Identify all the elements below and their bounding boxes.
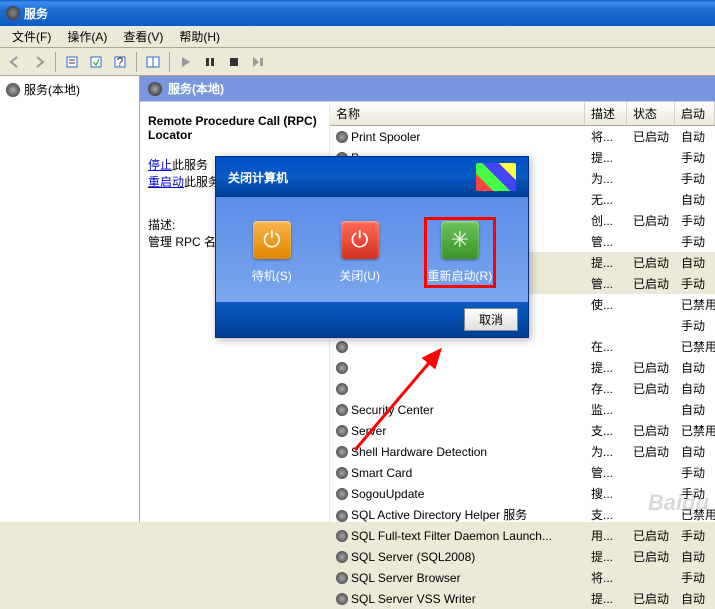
services-icon [148, 82, 162, 96]
dialog-titlebar: 关闭计算机 [216, 157, 528, 197]
windows-logo-icon [476, 163, 516, 191]
nav-forward-button[interactable] [28, 51, 50, 73]
menu-file[interactable]: 文件(F) [4, 26, 59, 47]
col-status[interactable]: 状态 [627, 102, 675, 125]
separator [136, 52, 137, 72]
service-icon [336, 488, 348, 500]
col-desc[interactable]: 描述 [585, 102, 627, 125]
tree-root-item[interactable]: 服务(本地) [4, 80, 135, 99]
service-icon [336, 446, 348, 458]
stop-link[interactable]: 停止 [148, 158, 172, 172]
service-icon [336, 593, 348, 605]
service-icon [336, 572, 348, 584]
svg-text:?: ? [117, 55, 124, 69]
stop-button-toolbar[interactable] [223, 51, 245, 73]
menubar: 文件(F) 操作(A) 查看(V) 帮助(H) [0, 26, 715, 48]
service-icon [336, 551, 348, 563]
cancel-button[interactable]: 取消 [464, 308, 518, 331]
pause-button[interactable] [199, 51, 221, 73]
standby-icon: ⏻ [253, 221, 291, 259]
service-row[interactable]: SQL Server Browser将...手动 [330, 567, 715, 588]
properties-button[interactable] [61, 51, 83, 73]
main-header: 服务(本地) [140, 76, 715, 101]
dialog-footer: 取消 [216, 302, 528, 337]
list-header: 名称 描述 状态 启动 [330, 102, 715, 126]
service-row[interactable]: Server支...已启动已禁用 [330, 420, 715, 441]
shutdown-icon: ⏻ [341, 221, 379, 259]
service-icon [336, 131, 348, 143]
toolbar: ? [0, 48, 715, 76]
service-icon [336, 425, 348, 437]
service-row[interactable]: Print Spooler将...已启动自动 [330, 126, 715, 147]
service-row[interactable]: Security Center监...自动 [330, 399, 715, 420]
shutdown-option[interactable]: ⏻ 关闭(U) [335, 217, 384, 288]
dialog-body: ⏻ 待机(S) ⏻ 关闭(U) ✳ 重新启动(R) [216, 197, 528, 302]
restart-button-toolbar[interactable] [247, 51, 269, 73]
service-row[interactable]: 提...已启动自动 [330, 357, 715, 378]
nav-back-button[interactable] [4, 51, 26, 73]
service-row[interactable]: 存...已启动自动 [330, 378, 715, 399]
service-row[interactable]: 在...已禁用 [330, 336, 715, 357]
service-icon [336, 362, 348, 374]
col-startup[interactable]: 启动 [675, 102, 715, 125]
help-button[interactable] [142, 51, 164, 73]
main-header-title: 服务(本地) [168, 80, 224, 97]
service-row[interactable]: Shell Hardware Detection为...已启动自动 [330, 441, 715, 462]
standby-option[interactable]: ⏻ 待机(S) [248, 217, 296, 288]
app-icon [6, 6, 20, 20]
play-button[interactable] [175, 51, 197, 73]
restart-option[interactable]: ✳ 重新启动(R) [424, 217, 497, 288]
service-row[interactable]: SQL Full-text Filter Daemon Launch...用..… [330, 525, 715, 546]
service-icon [336, 530, 348, 542]
service-icon [336, 383, 348, 395]
service-row[interactable]: SQL Server VSS Writer提...已启动自动 [330, 588, 715, 609]
service-icon [336, 341, 348, 353]
selected-service-title: Remote Procedure Call (RPC) Locator [148, 114, 321, 142]
shutdown-dialog: 关闭计算机 ⏻ 待机(S) ⏻ 关闭(U) ✳ 重新启动(R) 取消 [215, 156, 529, 338]
menu-help[interactable]: 帮助(H) [171, 26, 228, 47]
service-icon [336, 510, 348, 522]
tree-pane: 服务(本地) [0, 76, 140, 522]
restart-link[interactable]: 重启动 [148, 175, 184, 189]
menu-view[interactable]: 查看(V) [115, 26, 171, 47]
menu-action[interactable]: 操作(A) [59, 26, 115, 47]
window-title: 服务 [24, 5, 48, 22]
separator [55, 52, 56, 72]
service-icon [336, 467, 348, 479]
col-name[interactable]: 名称 [330, 102, 585, 125]
dialog-title-text: 关闭计算机 [228, 169, 288, 186]
export-button[interactable] [85, 51, 107, 73]
service-icon [336, 404, 348, 416]
restart-icon: ✳ [441, 221, 479, 259]
service-row[interactable]: Smart Card管...手动 [330, 462, 715, 483]
separator [169, 52, 170, 72]
service-row[interactable]: SogouUpdate搜...手动 [330, 483, 715, 504]
refresh-button[interactable]: ? [109, 51, 131, 73]
service-row[interactable]: SQL Server (SQL2008)提...已启动自动 [330, 546, 715, 567]
tree-root-label: 服务(本地) [24, 81, 80, 98]
services-icon [6, 83, 20, 97]
window-titlebar: 服务 [0, 0, 715, 26]
